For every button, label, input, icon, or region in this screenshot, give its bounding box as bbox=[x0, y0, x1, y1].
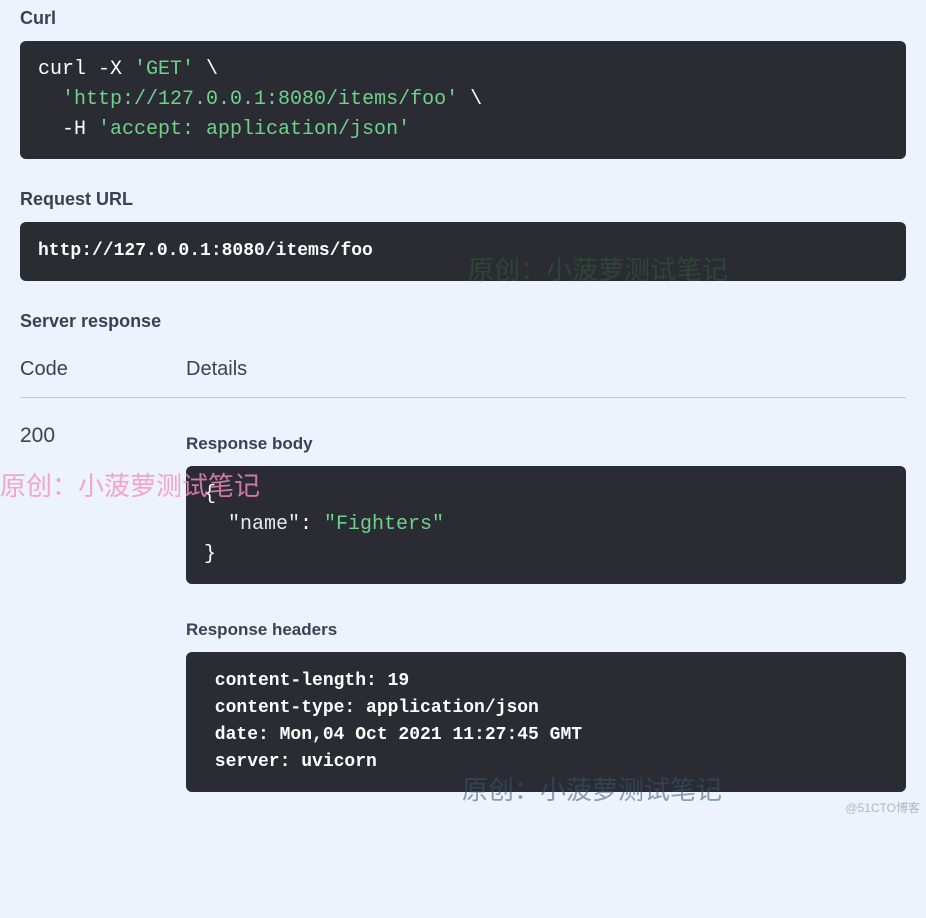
code-text: : bbox=[300, 513, 324, 536]
blog-tag: @51CTO博客 bbox=[845, 799, 920, 816]
curl-heading: Curl bbox=[20, 0, 906, 41]
code-text: \ bbox=[458, 88, 482, 111]
code-column-header: Code bbox=[20, 358, 186, 381]
code-text: 'accept: application/json' bbox=[98, 118, 410, 141]
code-text: 'http://127.0.0.1:8080/items/foo' bbox=[62, 88, 458, 111]
response-table-header: Code Details bbox=[20, 344, 906, 398]
curl-code-block[interactable]: curl -X 'GET' \ 'http://127.0.0.1:8080/i… bbox=[20, 41, 906, 159]
status-code: 200 bbox=[20, 424, 186, 792]
response-body-heading: Response body bbox=[186, 424, 906, 466]
response-table: Code Details 200 Response body { "name":… bbox=[20, 344, 906, 792]
code-text: -H bbox=[38, 118, 98, 141]
code-text: "name" bbox=[204, 513, 300, 536]
request-url-block[interactable]: http://127.0.0.1:8080/items/foo bbox=[20, 222, 906, 281]
code-text: 'GET' bbox=[134, 58, 194, 81]
response-headers-block[interactable]: content-length: 19 content-type: applica… bbox=[186, 652, 906, 792]
response-headers-text: content-length: 19 content-type: applica… bbox=[204, 671, 593, 772]
code-text: { bbox=[204, 483, 216, 506]
response-body-block[interactable]: { "name": "Fighters" } bbox=[186, 466, 906, 584]
request-url-text: http://127.0.0.1:8080/items/foo bbox=[38, 241, 373, 261]
server-response-heading: Server response bbox=[20, 303, 906, 344]
code-text bbox=[38, 88, 62, 111]
code-text: \ bbox=[194, 58, 218, 81]
code-text: "Fighters" bbox=[324, 513, 444, 536]
response-headers-heading: Response headers bbox=[186, 610, 906, 652]
request-url-heading: Request URL bbox=[20, 181, 906, 222]
code-text: } bbox=[204, 543, 216, 566]
response-row: 200 Response body { "name": "Fighters" }… bbox=[20, 398, 906, 792]
code-text: curl -X bbox=[38, 58, 134, 81]
details-column-header: Details bbox=[186, 358, 906, 381]
